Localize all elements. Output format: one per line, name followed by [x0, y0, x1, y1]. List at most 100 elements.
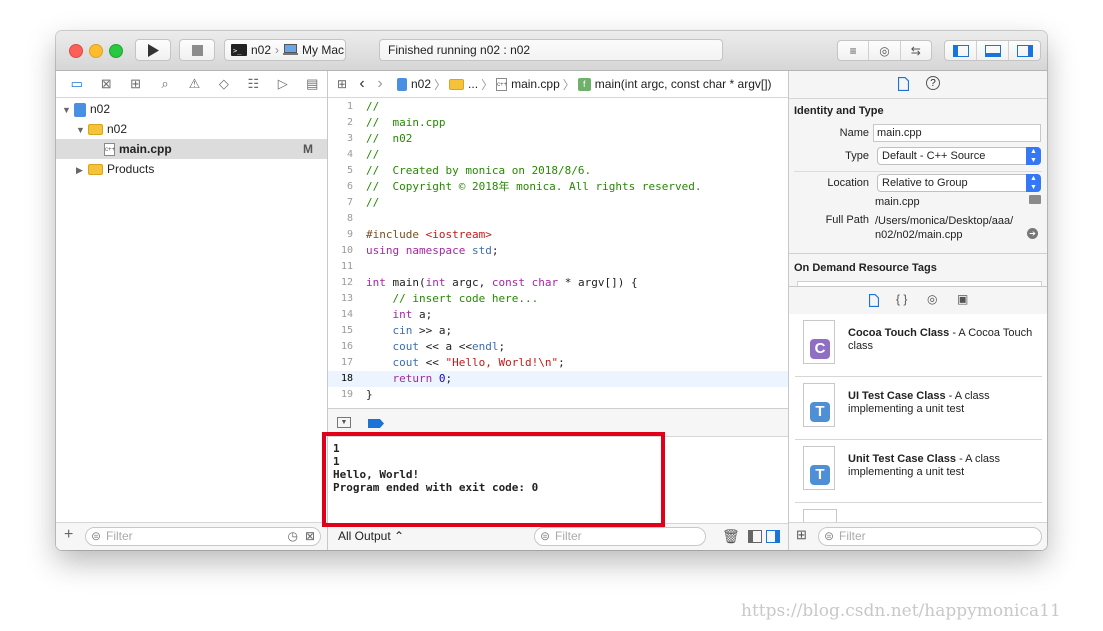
minimize-window-button[interactable]	[89, 44, 103, 58]
version-editor-icon[interactable]: ⇆	[901, 41, 931, 60]
jump-bar-item[interactable]: ...	[468, 77, 478, 91]
navigator-filter-input[interactable]: ⊜ Filter ◷ ⊠	[85, 527, 321, 546]
line-number: 15	[340, 325, 353, 336]
tree-item-group[interactable]: ▼ n02	[56, 119, 327, 139]
quick-help-icon[interactable]: ?	[926, 76, 940, 90]
code-line[interactable]: 15 cin >> a;	[328, 323, 788, 339]
line-number: 7	[346, 197, 353, 208]
cpp-file-icon: c++	[496, 77, 507, 91]
file-inspector-icon[interactable]	[898, 77, 909, 91]
close-window-button[interactable]	[69, 44, 83, 58]
test-navigator-icon[interactable]: ◇	[209, 76, 238, 92]
line-number: 1	[346, 101, 353, 112]
show-console-icon[interactable]	[766, 530, 780, 543]
code-line[interactable]: 9 #include <iostream>	[328, 227, 788, 243]
code-line[interactable]: 2 // main.cpp	[328, 115, 788, 131]
code-text: cout << "Hello, World!\n";	[392, 356, 565, 369]
file-template-icon[interactable]	[869, 294, 879, 307]
recent-files-icon[interactable]: ◷	[288, 528, 298, 545]
symbol-navigator-icon[interactable]: ⊞	[121, 76, 150, 92]
breakpoints-toggle-icon[interactable]	[368, 419, 384, 428]
folder-icon[interactable]	[1029, 195, 1041, 204]
toolbar: >_ n02 › My Mac Finished running n02 : n…	[56, 31, 1047, 71]
library-filter-input[interactable]: ⊜ Filter	[818, 527, 1042, 546]
code-text: }	[366, 388, 373, 401]
grid-view-icon[interactable]: ⊞	[796, 527, 807, 543]
code-line[interactable]: 16 cout << a <<endl;	[328, 339, 788, 355]
code-line[interactable]: 8	[328, 211, 788, 227]
name-field[interactable]: main.cpp	[873, 124, 1041, 142]
tree-item-products[interactable]: ▶ Products	[56, 159, 327, 179]
find-navigator-icon[interactable]: ⌕	[150, 76, 179, 92]
show-variables-icon[interactable]	[748, 530, 762, 543]
code-line[interactable]: 14 int a;	[328, 307, 788, 323]
code-line[interactable]: 5 // Created by monica on 2018/8/6.	[328, 163, 788, 179]
related-items-icon[interactable]: ⊞	[331, 77, 353, 91]
template-item-cocoa-touch-class[interactable]: C Cocoa Touch Class - A Cocoa Touch clas…	[795, 314, 1042, 377]
code-line[interactable]: 12 int main(int argc, const char * argv[]…	[328, 275, 788, 291]
jump-bar-item[interactable]: main(int argc, const char * argv[])	[595, 77, 772, 91]
jump-bar-item[interactable]: n02	[411, 77, 431, 91]
template-item-unit-test-case-class[interactable]: T Unit Test Case Class - A class impleme…	[795, 440, 1042, 503]
breakpoint-navigator-icon[interactable]: ▷	[268, 76, 297, 92]
line-number: 19	[340, 389, 353, 400]
project-navigator-icon[interactable]: ▭	[62, 76, 91, 92]
project-icon	[397, 77, 407, 91]
tree-item-project[interactable]: ▼ n02	[56, 99, 327, 119]
code-line[interactable]: 4 //	[328, 147, 788, 163]
report-navigator-icon[interactable]: ▤	[298, 76, 327, 92]
line-number: 13	[340, 293, 353, 304]
run-button[interactable]	[135, 39, 171, 61]
code-line[interactable]: 1 //	[328, 99, 788, 115]
assistant-editor-icon[interactable]: ◎	[869, 41, 901, 60]
hide-debug-area-icon[interactable]: ▼	[337, 417, 351, 428]
toggle-debug-area-icon[interactable]	[977, 41, 1009, 60]
code-line[interactable]: 7 //	[328, 195, 788, 211]
source-control-navigator-icon[interactable]: ⊠	[91, 76, 120, 92]
view-toggle-selector[interactable]	[944, 40, 1041, 61]
standard-editor-icon[interactable]: ≡	[838, 41, 870, 60]
type-popup[interactable]: Default - C++ Source ▲ ▼	[877, 147, 1041, 165]
scheme-selector[interactable]: >_ n02 › My Mac	[224, 39, 346, 61]
code-text: cout << a <<endl;	[392, 340, 506, 353]
code-area[interactable]: 1 // 2 // main.cpp 3 // n02 4 // 5 // Created by …	[328, 99, 788, 408]
trash-icon[interactable]: 🗑	[722, 528, 740, 545]
scm-filter-icon[interactable]: ⊠	[305, 528, 315, 545]
location-label: Location	[827, 177, 869, 189]
jump-bar-item[interactable]: main.cpp	[511, 77, 560, 91]
forward-icon[interactable]: ›	[371, 75, 389, 93]
odr-section-title: On Demand Resource Tags	[794, 262, 937, 274]
code-line[interactable]: 11	[328, 259, 788, 275]
line-number: 3	[346, 133, 353, 144]
reveal-arrow-icon[interactable]: ➔	[1027, 228, 1038, 239]
disclosure-closed-icon[interactable]: ▶	[76, 160, 88, 180]
disclosure-open-icon[interactable]: ▼	[62, 100, 74, 120]
code-line[interactable]: 10 using namespace std;	[328, 243, 788, 259]
code-line[interactable]: 17 cout << "Hello, World!\n";	[328, 355, 788, 371]
media-library-icon[interactable]: ▣	[957, 292, 968, 306]
editor-mode-selector[interactable]: ≡ ◎ ⇆	[837, 40, 932, 61]
issue-navigator-icon[interactable]: ⚠	[180, 76, 209, 92]
line-number: 12	[340, 277, 353, 288]
code-text: int main(int argc, const char * argv[]) …	[366, 276, 638, 289]
console-filter-input[interactable]: ⊜ Filter	[534, 527, 706, 546]
toggle-utilities-icon[interactable]	[1009, 41, 1040, 60]
tree-item-file[interactable]: c++ main.cpp M	[56, 139, 327, 159]
code-line[interactable]: 13 // insert code here...	[328, 291, 788, 307]
code-snippet-icon[interactable]: { }	[896, 292, 907, 306]
code-line[interactable]: 19}	[328, 387, 788, 403]
disclosure-open-icon[interactable]: ▼	[76, 120, 88, 140]
toggle-navigator-icon[interactable]	[945, 41, 977, 60]
code-line[interactable]: 18 return 0;	[328, 371, 788, 387]
debug-navigator-icon[interactable]: ☷	[239, 76, 268, 92]
location-popup[interactable]: Relative to Group ▲ ▼	[877, 174, 1041, 192]
template-item-ui-test-case-class[interactable]: T UI Test Case Class - A class implement…	[795, 377, 1042, 440]
add-icon[interactable]: +	[64, 526, 73, 544]
object-library-icon[interactable]: ◎	[927, 292, 937, 306]
back-icon[interactable]: ‹	[353, 75, 371, 93]
code-line[interactable]: 6 // Copyright © 2018年 monica. All rights…	[328, 179, 788, 195]
stop-button[interactable]	[179, 39, 215, 61]
zoom-window-button[interactable]	[109, 44, 123, 58]
code-line[interactable]: 3 // n02	[328, 131, 788, 147]
output-selector[interactable]: All Output ⌃	[338, 529, 404, 543]
